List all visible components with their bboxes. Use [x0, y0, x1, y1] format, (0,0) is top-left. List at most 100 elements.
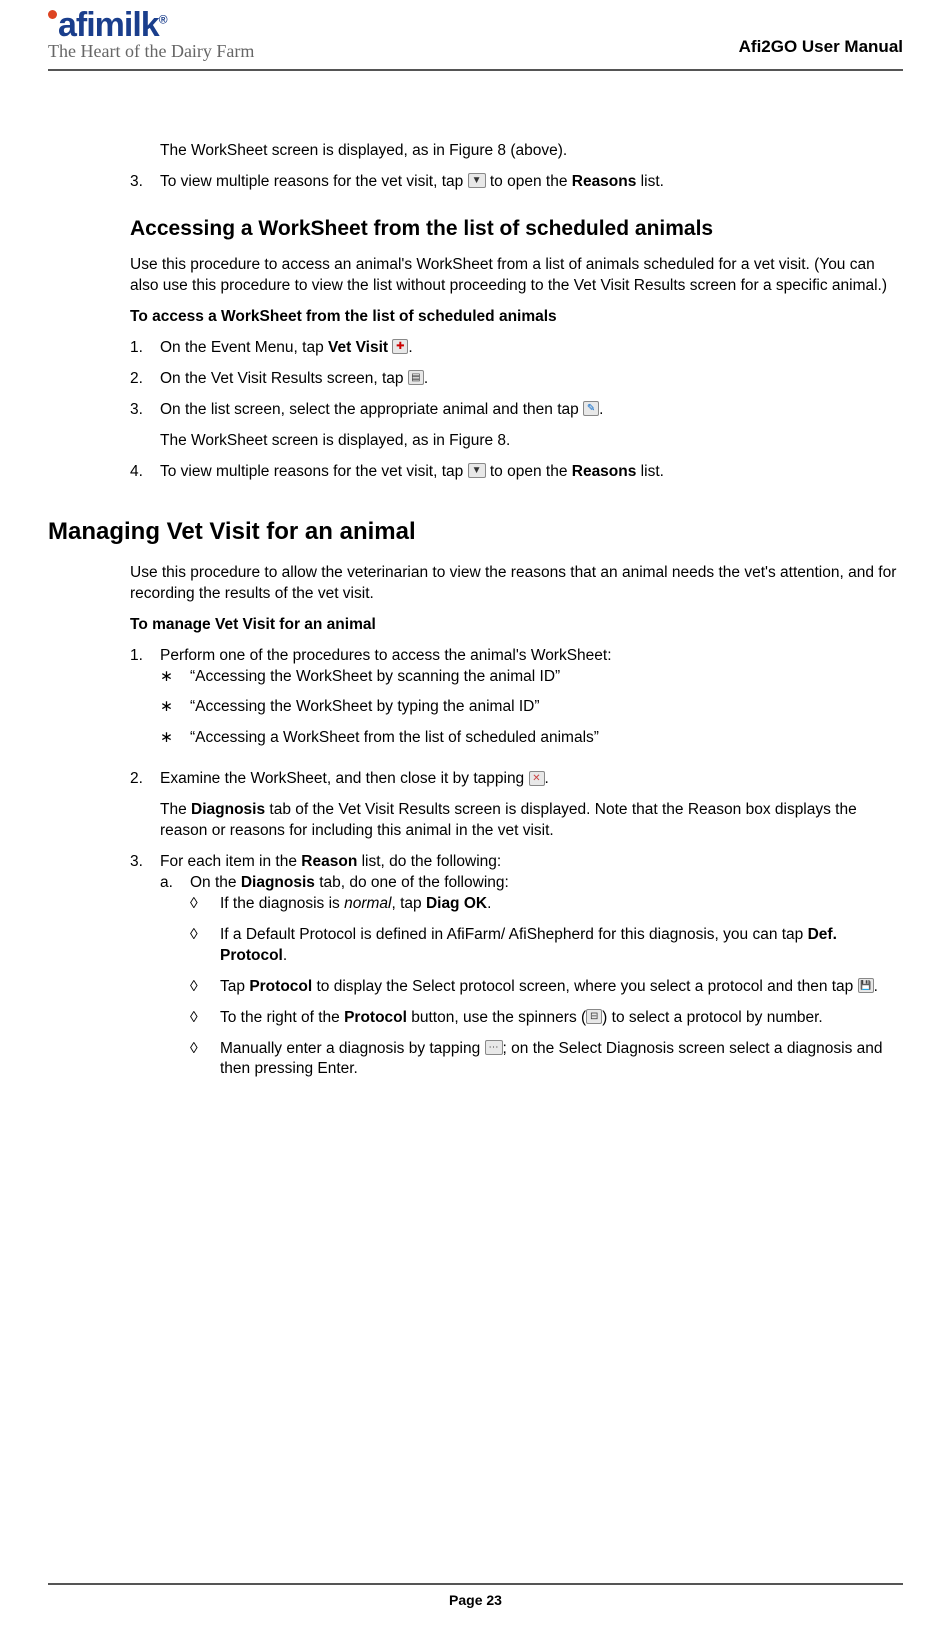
text: . [874, 978, 878, 995]
step-number: 2. [130, 369, 160, 390]
text: Tap [220, 978, 249, 995]
text: To the right of the Protocol button, use… [220, 1008, 901, 1029]
text: list, do the following: [357, 853, 501, 870]
text: button, use the spinners ( [407, 1009, 586, 1026]
text: If a Default Protocol is defined in AfiF… [220, 926, 808, 943]
text: Perform one of the procedures to access … [160, 647, 612, 664]
content-area: The WorkSheet screen is displayed, as in… [130, 141, 901, 483]
star-marker: ∗ [160, 728, 190, 749]
step-body: On the Event Menu, tap Vet Visit ✚. [160, 338, 901, 359]
step-number: 3. [130, 400, 160, 452]
section-heading-accessing: Accessing a WorkSheet from the list of s… [130, 215, 901, 243]
text: To view multiple reasons for the vet vis… [160, 173, 468, 190]
section1-proc-head: To access a WorkSheet from the list of s… [130, 307, 901, 328]
edit-icon: ✎ [583, 401, 599, 416]
s1-step4: 4. To view multiple reasons for the vet … [130, 462, 901, 483]
star-item-b: ∗“Accessing the WorkSheet by typing the … [160, 697, 901, 718]
step-number: 1. [130, 646, 160, 760]
text: tab, do one of the following: [315, 874, 509, 891]
s1-step2: 2. On the Vet Visit Results screen, tap … [130, 369, 901, 390]
page-footer: Page 23 [48, 1583, 903, 1610]
bold-text: Diag OK [426, 895, 487, 912]
diamond-list: ◊If the diagnosis is normal, tap Diag OK… [190, 894, 901, 1080]
text: to open the [486, 463, 572, 480]
text: . [545, 770, 549, 787]
ellipsis-icon: ⋯ [485, 1040, 503, 1055]
text: To the right of the [220, 1009, 344, 1026]
alpha-list: a. On the Diagnosis tab, do one of the f… [160, 873, 901, 1090]
bold-text: Protocol [249, 978, 312, 995]
diamond-marker: ◊ [190, 1039, 220, 1081]
text: If the diagnosis is [220, 895, 344, 912]
star-item-a: ∗“Accessing the WorkSheet by scanning th… [160, 667, 901, 688]
step-body: On the list screen, select the appropria… [160, 400, 901, 452]
star-list: ∗“Accessing the WorkSheet by scanning th… [160, 667, 901, 750]
alpha-marker: a. [160, 873, 190, 1090]
list-icon: ▤ [408, 370, 424, 385]
text: , tap [391, 895, 425, 912]
text: “Accessing the WorkSheet by typing the a… [190, 697, 901, 718]
star-item-c: ∗“Accessing a WorkSheet from the list of… [160, 728, 901, 749]
text: Examine the WorkSheet, and then close it… [160, 770, 529, 787]
section2-para: Use this procedure to allow the veterina… [130, 563, 901, 605]
diamond-marker: ◊ [190, 925, 220, 967]
bold-text: Diagnosis [241, 874, 315, 891]
step-body: Perform one of the procedures to access … [160, 646, 901, 760]
logo-tagline: The Heart of the Dairy Farm [48, 39, 254, 63]
major-heading-wrap: Managing Vet Visit for an animal [48, 516, 901, 548]
s2-step3: 3. For each item in the Reason list, do … [130, 852, 901, 1100]
text: If a Default Protocol is defined in AfiF… [220, 925, 901, 967]
s1-step3-sub: The WorkSheet screen is displayed, as in… [160, 431, 901, 452]
s2-step1: 1. Perform one of the procedures to acce… [130, 646, 901, 760]
intro-para: The WorkSheet screen is displayed, as in… [160, 141, 901, 162]
text: list. [636, 173, 664, 190]
text: On the [190, 874, 241, 891]
logo-block: afimilk® The Heart of the Dairy Farm [48, 10, 254, 63]
italic-text: normal [344, 895, 391, 912]
text: tab of the Vet Visit Results screen is d… [160, 801, 857, 839]
text: If the diagnosis is normal, tap Diag OK. [220, 894, 901, 915]
step-number: 4. [130, 462, 160, 483]
text: Manually enter a diagnosis by tapping ⋯;… [220, 1039, 901, 1081]
text: . [283, 947, 287, 964]
text: . [599, 401, 603, 418]
bold-text: Reason [301, 853, 357, 870]
logo-text: afimilk® [48, 10, 254, 41]
bold-text: Reasons [572, 463, 637, 480]
step-body: For each item in the Reason list, do the… [160, 852, 901, 1100]
dropdown-icon: ▼ [468, 463, 486, 478]
diamond-2: ◊If a Default Protocol is defined in Afi… [190, 925, 901, 967]
save-icon: 💾 [858, 978, 874, 993]
page-number: Page 23 [449, 1592, 502, 1608]
section2-steps: 1. Perform one of the procedures to acce… [130, 646, 901, 1101]
star-marker: ∗ [160, 697, 190, 718]
text: On the Vet Visit Results screen, tap [160, 370, 408, 387]
diamond-1: ◊If the diagnosis is normal, tap Diag OK… [190, 894, 901, 915]
text: list. [636, 463, 664, 480]
step-body: Examine the WorkSheet, and then close it… [160, 769, 901, 842]
step-number: 1. [130, 338, 160, 359]
section2-proc-head: To manage Vet Visit for an animal [130, 615, 901, 636]
intro-step3: 3. To view multiple reasons for the vet … [130, 172, 901, 193]
diamond-marker: ◊ [190, 1008, 220, 1029]
star-marker: ∗ [160, 667, 190, 688]
step-body: To view multiple reasons for the vet vis… [160, 172, 901, 193]
bold-text: Vet Visit [328, 339, 388, 356]
text: . [487, 895, 491, 912]
text: On the Event Menu, tap [160, 339, 328, 356]
text: to open the [486, 173, 572, 190]
document-title: Afi2GO User Manual [739, 36, 903, 63]
close-icon: ✕ [529, 771, 545, 786]
spinner-icon: ⊟ [586, 1009, 602, 1024]
text: To view multiple reasons for the vet vis… [160, 463, 468, 480]
section1-para: Use this procedure to access an animal's… [130, 255, 901, 297]
step-body: To view multiple reasons for the vet vis… [160, 462, 901, 483]
diamond-5: ◊Manually enter a diagnosis by tapping ⋯… [190, 1039, 901, 1081]
bold-text: Protocol [344, 1009, 407, 1026]
diamond-4: ◊To the right of the Protocol button, us… [190, 1008, 901, 1029]
s1-step3: 3. On the list screen, select the approp… [130, 400, 901, 452]
registered-mark-icon: ® [159, 13, 167, 27]
diamond-3: ◊Tap Protocol to display the Select prot… [190, 977, 901, 998]
section2-content: Use this procedure to allow the veterina… [130, 563, 901, 1101]
text: . [408, 339, 412, 356]
